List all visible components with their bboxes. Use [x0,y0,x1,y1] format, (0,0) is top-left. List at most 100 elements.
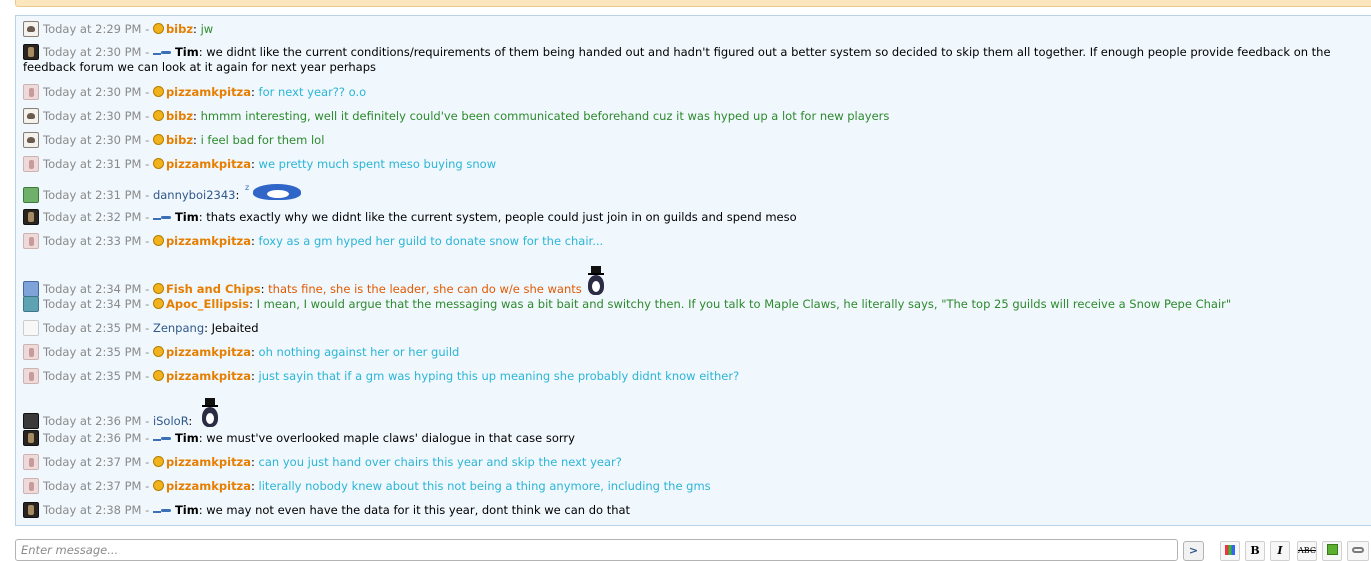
chat-message: Today at 2:30 PM - pizzamkpitza: for nex… [23,84,1363,100]
tim-avatar[interactable] [23,430,39,446]
pizza-avatar[interactable] [23,478,39,494]
author-separator: : [251,369,259,383]
tim-avatar[interactable] [23,44,39,60]
bibz-avatar[interactable] [23,132,39,148]
message-author[interactable]: Tim [175,431,199,445]
message-author[interactable]: pizzamkpitza [166,85,251,99]
author-separator: : [193,22,201,36]
message-text: jw [200,22,214,36]
bibz-avatar[interactable] [23,21,39,37]
tophat-penguin-sticker [198,398,222,428]
message-text: literally nobody knew about this not bei… [258,479,711,493]
member-badge-icon [152,23,164,34]
bold-button[interactable]: B [1245,541,1265,561]
message-timestamp: Today at 2:30 PM - [43,109,153,123]
bibz-avatar[interactable] [23,108,39,124]
message-author[interactable]: dannyboi2343 [153,188,236,202]
pizza-avatar[interactable] [23,454,39,470]
chat-message: Today at 2:30 PM - bibz: i feel bad for … [23,132,1363,148]
insert-link-button[interactable] [1347,541,1369,561]
message-text: we must've overlooked maple claws' dialo… [206,431,575,445]
chat-message: Today at 2:29 PM - bibz: jw [23,21,1363,37]
pizza-avatar[interactable] [23,156,39,172]
message-timestamp: Today at 2:37 PM - [43,455,153,469]
italic-button[interactable]: I [1270,541,1290,561]
message-author[interactable]: pizzamkpitza [166,369,251,383]
image-icon [1326,544,1338,555]
message-author[interactable]: bibz [166,109,193,123]
author-separator: : [235,188,243,202]
message-author[interactable]: Zenpang [153,321,204,335]
message-timestamp: Today at 2:37 PM - [43,479,153,493]
message-text: thats exactly why we didnt like the curr… [206,210,797,224]
message-author[interactable]: bibz [166,22,193,36]
message-author[interactable]: pizzamkpitza [166,479,251,493]
pizza-avatar[interactable] [23,233,39,249]
message-text: we didnt like the current conditions/req… [23,45,1331,74]
message-author[interactable]: pizzamkpitza [166,345,251,359]
tim-avatar[interactable] [23,502,39,518]
send-button[interactable]: > [1183,541,1204,561]
message-timestamp: Today at 2:34 PM - [43,282,153,296]
staff-role-icon [152,504,171,514]
message-text: i feel bad for them lol [200,133,325,147]
danny-avatar[interactable] [23,187,39,203]
message-text: we pretty much spent meso buying snow [258,157,497,171]
insert-image-button[interactable] [1322,541,1342,561]
member-badge-icon [152,110,164,121]
message-text: hmmm interesting, well it definitely cou… [200,109,890,123]
chat-message: Today at 2:30 PM - Tim: we didnt like th… [23,44,1363,75]
message-author[interactable]: Fish and Chips [166,282,261,296]
message-author[interactable]: pizzamkpitza [166,234,251,248]
message-input[interactable] [15,539,1178,561]
member-badge-icon [152,134,164,145]
fish-avatar[interactable] [23,281,39,297]
chat-message: Today at 2:38 PM - Tim: we may not even … [23,502,1363,518]
chat-message-list: Today at 2:29 PM - bibz: jw Today at 2:30… [15,15,1371,526]
author-separator: : [251,157,259,171]
message-timestamp: Today at 2:30 PM - [43,133,153,147]
author-separator: : [251,479,259,493]
member-badge-icon [152,283,164,294]
pizza-avatar[interactable] [23,368,39,384]
pizza-avatar[interactable] [23,84,39,100]
pizza-avatar[interactable] [23,344,39,360]
message-text: just sayin that if a gm was hyping this … [258,369,740,383]
message-author[interactable]: Apoc_Ellipsis [166,297,249,311]
message-timestamp: Today at 2:36 PM - [43,414,153,428]
message-author[interactable]: Tim [175,210,199,224]
message-timestamp: Today at 2:30 PM - [43,85,153,99]
chat-message: Today at 2:37 PM - pizzamkpitza: can you… [23,454,1363,470]
message-timestamp: Today at 2:29 PM - [43,22,153,36]
member-badge-icon [152,86,164,97]
zen-avatar[interactable] [23,320,39,336]
author-separator: : [193,109,201,123]
message-timestamp: Today at 2:36 PM - [43,431,153,445]
chat-message: Today at 2:30 PM - bibz: hmmm interestin… [23,108,1363,124]
message-text: for next year?? o.o [258,85,367,99]
color-palette-button[interactable] [1220,541,1240,561]
member-badge-icon [152,480,164,491]
author-separator: : [251,234,259,248]
message-author[interactable]: pizzamkpitza [166,157,251,171]
strikethrough-button[interactable]: ABC [1297,541,1317,561]
message-text: we may not even have the data for it thi… [206,503,631,517]
chat-message: Today at 2:36 PM - Tim: we must've overl… [23,430,1363,446]
author-separator: : [260,282,269,296]
message-author[interactable]: iSoloR [153,414,188,428]
message-author[interactable]: pizzamkpitza [166,455,251,469]
message-author[interactable]: Tim [175,45,199,59]
apoc-avatar[interactable] [23,296,39,312]
chat-message: Today at 2:36 PM - iSoloR: [23,398,1363,429]
author-separator: : [193,133,201,147]
message-author[interactable]: Tim [175,503,199,517]
member-badge-icon [152,456,164,467]
link-icon [1352,547,1364,553]
message-text: I mean, I would argue that the messaging… [256,297,1232,311]
chat-message: Today at 2:31 PM - pizzamkpitza: we pret… [23,156,1363,172]
sleeping-penguin-sticker: z [245,180,303,202]
tim-avatar[interactable] [23,209,39,225]
message-author[interactable]: bibz [166,133,193,147]
isolo-avatar[interactable] [23,413,39,429]
chat-message: Today at 2:32 PM - Tim: thats exactly wh… [23,209,1363,225]
